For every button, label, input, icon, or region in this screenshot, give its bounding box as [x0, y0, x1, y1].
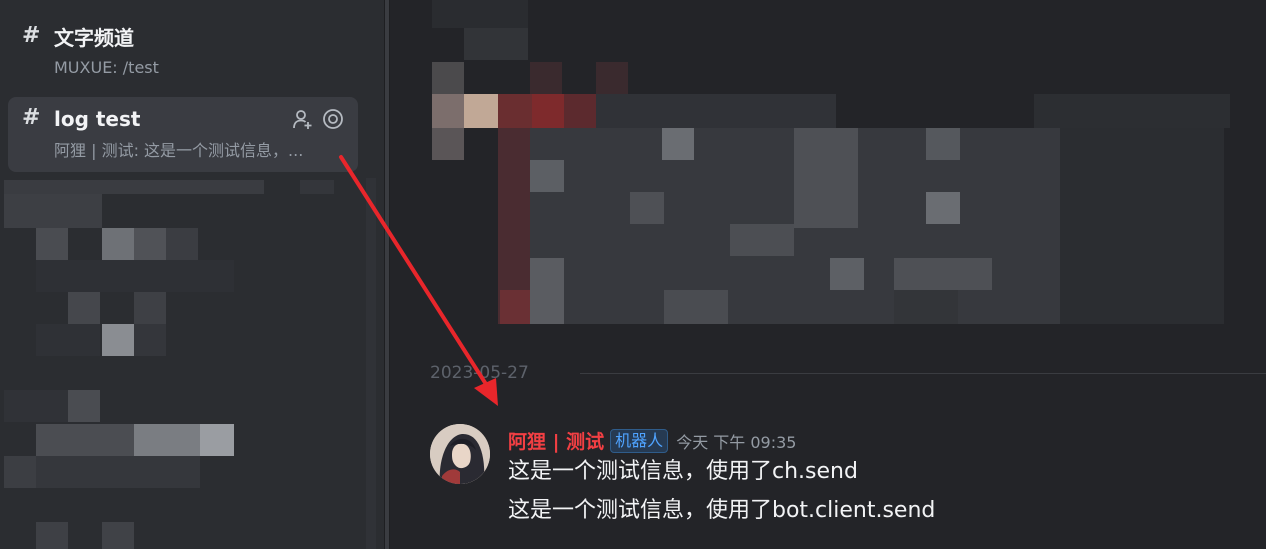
- add-member-icon[interactable]: [291, 108, 313, 130]
- channel-sidebar: # 文字频道 MUXUE: /test # log test 阿狸 | 测试: …: [0, 0, 384, 549]
- blurred-sidebar-content: [0, 178, 384, 549]
- date-label: 2023-05-27: [430, 363, 529, 383]
- hash-icon: #: [22, 105, 41, 130]
- avatar[interactable]: [430, 424, 490, 484]
- channel-item-text[interactable]: # 文字频道 MUXUE: /test: [8, 20, 358, 90]
- message-header: 阿狸 | 测试 机器人 今天 下午 09:35: [508, 427, 796, 453]
- message-timestamp: 今天 下午 09:35: [676, 432, 797, 452]
- message-author[interactable]: 阿狸 | 测试: [508, 431, 604, 453]
- chat-area: 2023-05-27 阿狸 | 测试 机器人 今天 下午 09:35 这是一个测试信…: [390, 0, 1266, 549]
- hash-icon: #: [22, 23, 41, 48]
- date-separator: 2023-05-27: [430, 361, 1266, 385]
- channel-last-message: 阿狸 | 测试: 这是一个测试信息，...: [54, 141, 304, 160]
- channel-last-message: MUXUE: /test: [54, 58, 159, 77]
- divider: [580, 373, 1266, 374]
- settings-icon[interactable]: [322, 108, 344, 130]
- channel-title: log test: [54, 107, 141, 131]
- channel-item-log-test[interactable]: # log test 阿狸 | 测试: 这是一个测试信息，...: [8, 97, 358, 172]
- bot-badge: 机器人: [610, 428, 669, 453]
- blurred-image-attachment: [430, 0, 1230, 340]
- message-line: 这是一个测试信息，使用了bot.client.send: [508, 498, 936, 523]
- avatar-image: [430, 424, 490, 484]
- message-line: 这是一个测试信息，使用了ch.send: [508, 459, 858, 484]
- channel-title: 文字频道: [54, 26, 134, 50]
